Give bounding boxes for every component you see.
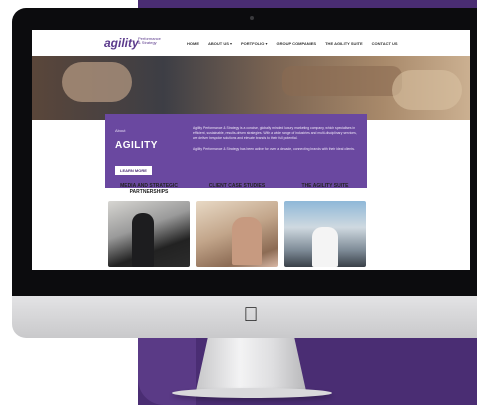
image-person <box>232 217 262 265</box>
site-logo-subtitle: Performance & Strategy <box>138 36 161 45</box>
about-panel: About AGILITY LEARN MORE Agility Perform… <box>105 114 367 188</box>
nav-link-contact-us[interactable]: CONTACT US <box>372 41 398 46</box>
feature-image[interactable] <box>196 201 278 267</box>
feature-media-partnerships[interactable]: MEDIA AND STRATEGIC PARTNERSHIPS <box>108 183 190 267</box>
nav-link-about-us[interactable]: ABOUT US ▾ <box>208 41 232 46</box>
about-title: AGILITY <box>115 140 158 151</box>
site-navigation: agility Performance & Strategy HOME ABOU… <box>32 30 470 56</box>
monitor-stand <box>196 331 306 391</box>
hero-image-detail <box>282 66 402 96</box>
monitor-stand-base <box>172 388 332 398</box>
image-person <box>312 227 338 267</box>
feature-title: MEDIA AND STRATEGIC PARTNERSHIPS <box>120 183 178 195</box>
feature-title: CLIENT CASE STUDIES <box>208 183 266 189</box>
feature-image[interactable] <box>108 201 190 267</box>
nav-link-group-companies[interactable]: GROUP COMPANIES <box>276 41 316 46</box>
feature-image[interactable] <box>284 201 366 267</box>
about-paragraph: Agility Performance & Strategy is a conc… <box>193 126 357 140</box>
website-screen: agility Performance & Strategy HOME ABOU… <box>32 30 470 270</box>
nav-link-portfolio[interactable]: PORTFOLIO ▾ <box>241 41 267 46</box>
camera-icon <box>250 16 254 20</box>
about-description: Agility Performance & Strategy is a conc… <box>193 126 358 158</box>
nav-link-agility-suite[interactable]: THE AGILITY SUITE <box>325 41 363 46</box>
hero-image <box>32 56 470 120</box>
apple-logo-icon:  <box>240 304 262 326</box>
about-label: About <box>115 128 126 133</box>
image-person <box>132 213 154 267</box>
nav-link-home[interactable]: HOME <box>187 41 199 46</box>
feature-title: THE AGILITY SUITE <box>301 183 349 189</box>
hero-image-detail <box>62 62 132 102</box>
feature-agility-suite[interactable]: THE AGILITY SUITE <box>284 183 366 267</box>
about-paragraph: Agility Performance & Strategy has been … <box>193 147 355 151</box>
feature-columns: MEDIA AND STRATEGIC PARTNERSHIPS CLIENT … <box>108 183 392 270</box>
hero-image-detail <box>392 70 462 110</box>
feature-client-case-studies[interactable]: CLIENT CASE STUDIES <box>196 183 278 267</box>
nav-links: HOME ABOUT US ▾ PORTFOLIO ▾ GROUP COMPAN… <box>187 41 398 46</box>
site-logo[interactable]: agility <box>104 36 139 50</box>
learn-more-button[interactable]: LEARN MORE <box>115 166 152 175</box>
